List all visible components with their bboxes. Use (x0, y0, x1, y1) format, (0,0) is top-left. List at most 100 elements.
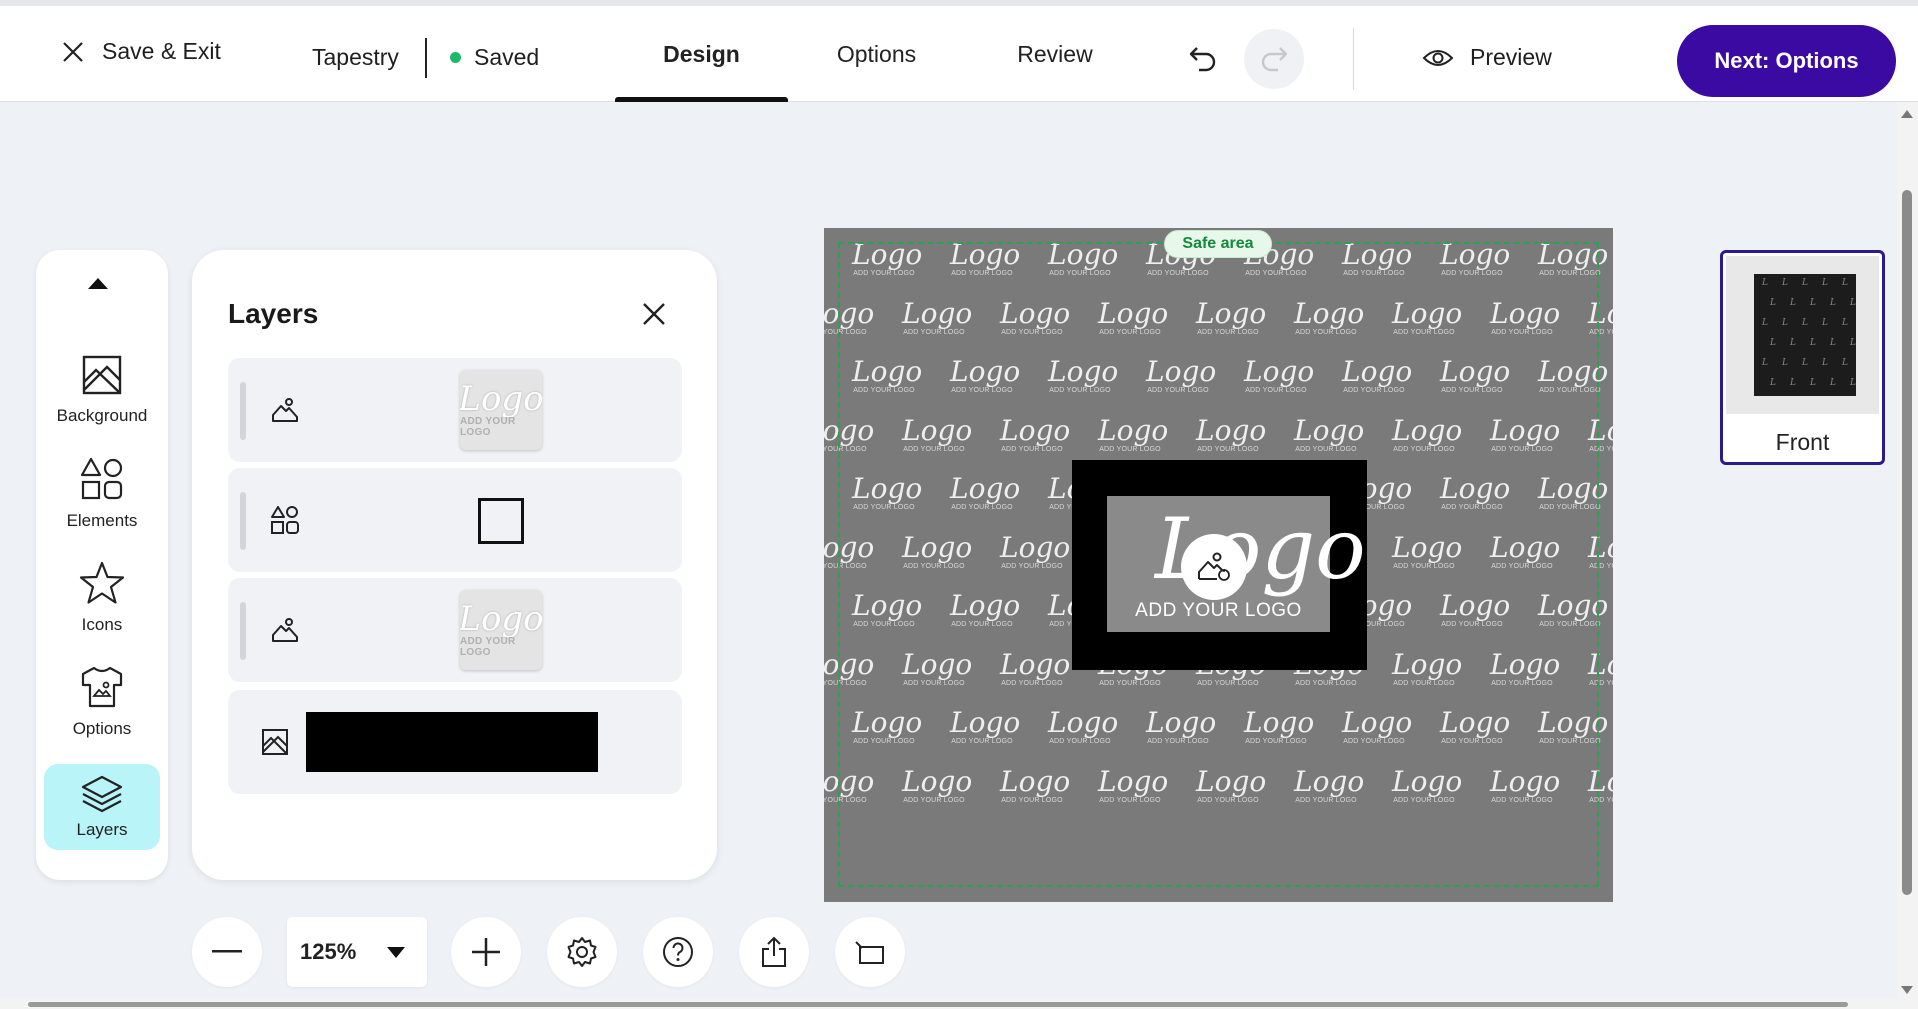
layer-row-logo-pattern[interactable]: Logo ADD YOUR LOGO (228, 578, 682, 682)
divider (425, 38, 427, 78)
background-layer-icon (258, 725, 292, 759)
preview-button[interactable]: Preview (1422, 44, 1552, 71)
close-layers-button[interactable] (632, 292, 676, 336)
sidebar-item-icons[interactable]: Icons (44, 550, 160, 646)
thumbnail-pattern-mark: L (1770, 298, 1776, 308)
star-icon (79, 561, 125, 604)
thumbnail-pattern-mark: L (1770, 378, 1776, 388)
front-view-thumbnail: LLLLLLLLLLLLLLLLLLLLLLLLLLLLLL (1726, 256, 1879, 414)
layer-row-logo-top[interactable]: Logo ADD YOUR LOGO (228, 358, 682, 462)
shapes-icon (80, 457, 123, 500)
thumbnail-pattern-mark: L (1802, 318, 1808, 328)
thumbnail-pattern-mark: L (1790, 298, 1796, 308)
zoom-select[interactable]: 125% (287, 917, 427, 987)
tool-rail: Background Elements Icons Options Layers (36, 250, 168, 880)
design-canvas[interactable]: Logo ADD YOUR LOGO Logo ADD YOUR LOGO Logo AD… (824, 228, 1613, 902)
next-options-button[interactable]: Next: Options (1677, 25, 1896, 97)
thumbnail-pattern-mark: L (1830, 378, 1836, 388)
sidebar-item-label: Background (56, 406, 148, 425)
thumbnail-pattern-mark: L (1762, 278, 1768, 288)
shapes-layer-icon (268, 503, 302, 537)
settings-button[interactable] (547, 917, 617, 987)
divider (1353, 28, 1354, 90)
collapse-up-icon[interactable] (88, 278, 108, 289)
thumbnail-pattern-mark: L (1822, 278, 1828, 288)
layers-icon (81, 775, 123, 813)
share-button[interactable] (739, 917, 809, 987)
drag-handle[interactable] (240, 602, 246, 660)
share-icon (762, 936, 786, 967)
layer-thumbnail (478, 498, 524, 544)
vertical-scrollbar[interactable] (1897, 102, 1918, 1009)
layers-panel-title: Layers (228, 298, 319, 329)
tab-review[interactable]: Review (980, 6, 1130, 102)
scroll-down-arrow[interactable] (1901, 986, 1913, 994)
scroll-up-arrow[interactable] (1901, 110, 1913, 118)
thumbnail-logo-text: Logo (460, 599, 542, 639)
thumbnail-pattern-mark: L (1810, 338, 1816, 348)
thumbnail-pattern-mark: L (1842, 278, 1848, 288)
drag-handle[interactable] (240, 492, 246, 550)
sidebar-item-background[interactable]: Background (44, 342, 160, 438)
sidebar-item-label: Layers (76, 820, 128, 839)
save-status-label: Saved (474, 44, 540, 70)
save-status: Saved (450, 44, 539, 71)
scrollbar-thumb[interactable] (28, 1002, 1848, 1007)
gear-icon (567, 937, 597, 967)
scrollbar-thumb[interactable] (1902, 190, 1912, 895)
thumbnail-logo-subtext: ADD YOUR LOGO (460, 636, 516, 658)
sidebar-item-options[interactable]: Options (44, 654, 160, 750)
layer-row-background[interactable] (228, 690, 682, 794)
thumbnail-logo-text: Logo (460, 379, 542, 419)
zoom-value: 125% (300, 939, 357, 964)
sidebar-item-elements[interactable]: Elements (44, 446, 160, 542)
thumbnail-pattern-mark: L (1810, 378, 1816, 388)
thumbnail-pattern-mark: L (1830, 298, 1836, 308)
zoom-in-button[interactable] (451, 917, 521, 987)
layers-panel: Layers Logo ADD YOUR LOGO Logo ADD YOUR … (192, 250, 717, 880)
undo-button[interactable] (1173, 29, 1233, 89)
thumbnail-pattern-mark: L (1770, 338, 1776, 348)
sidebar-item-layers[interactable]: Layers (44, 764, 160, 850)
redo-icon (1261, 47, 1288, 72)
thumbnail-logo-subtext: ADD YOUR LOGO (460, 416, 516, 438)
redo-button[interactable] (1244, 29, 1304, 89)
top-bar: Save & Exit Tapestry Saved Design Option… (0, 0, 1918, 102)
tab-options[interactable]: Options (800, 6, 953, 102)
close-icon (63, 41, 83, 62)
replace-image-button[interactable] (1181, 534, 1247, 600)
project-name[interactable]: Tapestry (312, 44, 399, 71)
center-logo-caption: ADD YOUR LOGO (1135, 600, 1302, 621)
save-exit-label: Save & Exit (102, 38, 221, 64)
replace-image-icon (1198, 552, 1230, 581)
status-dot (450, 52, 461, 63)
resize-canvas-button[interactable] (835, 917, 905, 987)
tshirt-icon (81, 666, 123, 708)
eye-icon (1422, 49, 1454, 66)
thumbnail-pattern-mark: L (1802, 278, 1808, 288)
preview-label: Preview (1470, 44, 1552, 70)
thumbnail-pattern-mark: L (1790, 378, 1796, 388)
thumbnail-pattern-mark: L (1822, 318, 1828, 328)
drag-handle[interactable] (240, 382, 246, 440)
plus-icon (472, 938, 500, 966)
image-layer-icon (268, 613, 302, 647)
image-layer-icon (268, 393, 302, 427)
horizontal-scrollbar[interactable] (0, 999, 1897, 1009)
zoom-out-button[interactable] (192, 917, 262, 987)
view-front-card[interactable]: LLLLLLLLLLLLLLLLLLLLLLLLLLLLLL Front (1720, 250, 1885, 465)
close-icon (643, 303, 665, 325)
thumbnail-pattern-mark: L (1762, 358, 1768, 368)
thumbnail-pattern-mark: L (1830, 338, 1836, 348)
tab-design[interactable]: Design (615, 6, 788, 102)
thumbnail-pattern-mark: L (1822, 358, 1828, 368)
thumbnail-pattern-mark: L (1762, 318, 1768, 328)
layer-row-square[interactable] (228, 468, 682, 572)
thumbnail-pattern-mark: L (1802, 358, 1808, 368)
thumbnail-pattern-mark: L (1810, 298, 1816, 308)
save-exit-button[interactable]: Save & Exit (62, 38, 221, 65)
safe-area-badge: Safe area (1164, 230, 1272, 258)
thumbnail-pattern-mark: L (1850, 378, 1856, 388)
undo-icon (1189, 47, 1216, 72)
help-button[interactable] (643, 917, 713, 987)
